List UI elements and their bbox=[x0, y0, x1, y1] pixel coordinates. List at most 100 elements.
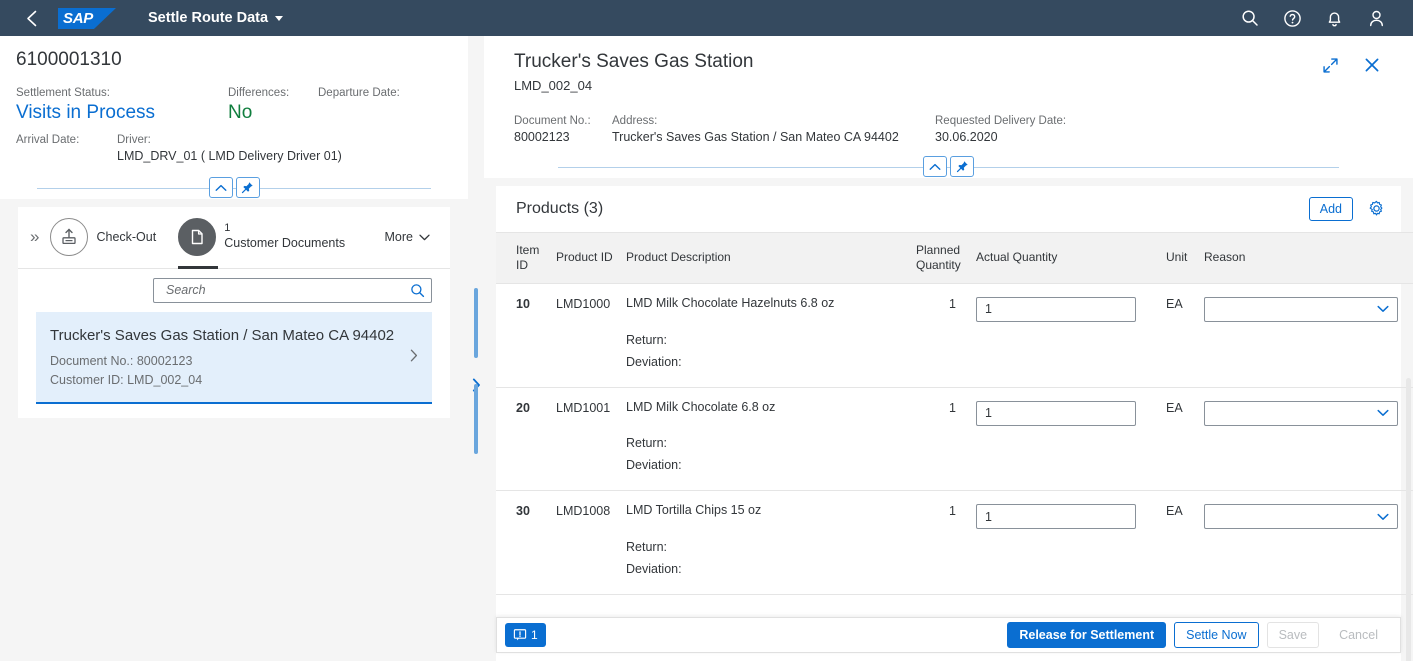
back-button[interactable] bbox=[18, 5, 44, 31]
attr-value: Visits in Process bbox=[16, 101, 228, 125]
sidebar-item-label: Customer Documents bbox=[224, 236, 345, 250]
table-row[interactable]: 10 LMD1000 LMD Milk Chocolate Hazelnuts … bbox=[496, 283, 1413, 387]
column-header-reason[interactable]: Reason bbox=[1198, 232, 1413, 283]
return-label: Return: bbox=[626, 329, 904, 351]
sidebar-item-customer-documents[interactable]: 1 Customer Documents bbox=[178, 207, 345, 268]
chevron-down-icon bbox=[1377, 305, 1389, 313]
cell-planned-quantity: 1 bbox=[910, 387, 970, 491]
products-toolbar-actions: Add bbox=[1309, 197, 1387, 221]
release-for-settlement-button[interactable]: Release for Settlement bbox=[1007, 622, 1166, 648]
detail-attr-document-no: Document No.: 80002123 bbox=[514, 113, 612, 146]
header-attributes-row-1: Settlement Status: Visits in Process Dif… bbox=[16, 86, 452, 125]
products-title: Products (3) bbox=[516, 200, 603, 218]
product-description-text: LMD Milk Chocolate 6.8 oz bbox=[626, 398, 904, 417]
help-icon[interactable] bbox=[1279, 5, 1305, 31]
splitter-handle-bottom[interactable] bbox=[474, 384, 478, 454]
attr-value: LMD_DRV_01 ( LMD Delivery Driver 01) bbox=[117, 148, 342, 165]
detail-collapse-strip bbox=[484, 156, 1413, 178]
splitter-handle-top[interactable] bbox=[474, 288, 478, 358]
cell-unit: EA bbox=[1160, 283, 1198, 387]
table-row[interactable]: 20 LMD1001 LMD Milk Chocolate 6.8 oz Ret… bbox=[496, 387, 1413, 491]
column-header-unit[interactable]: Unit bbox=[1160, 232, 1198, 283]
sap-logo-text: SAP bbox=[63, 10, 93, 27]
right-panel: Trucker's Saves Gas Station LMD_002_04 D… bbox=[484, 36, 1413, 661]
return-label: Return: bbox=[626, 536, 904, 558]
left-header-collapse-strip bbox=[0, 177, 468, 199]
pin-icon bbox=[956, 160, 969, 173]
tab-count: 1 bbox=[224, 222, 345, 234]
attr-driver: Driver: LMD_DRV_01 ( LMD Delivery Driver… bbox=[117, 133, 342, 165]
search-icon[interactable] bbox=[1237, 5, 1263, 31]
detail-title-row: Trucker's Saves Gas Station LMD_002_04 bbox=[514, 50, 1395, 93]
tab-text-block: 1 Customer Documents bbox=[224, 222, 345, 252]
shell-header: SAP Settle Route Data bbox=[0, 0, 1413, 36]
products-toolbar: Products (3) Add bbox=[496, 186, 1401, 232]
message-indicator[interactable]: 1 bbox=[505, 623, 546, 647]
chevron-up-icon bbox=[215, 184, 227, 192]
gear-icon[interactable] bbox=[1365, 198, 1387, 220]
left-header-controls bbox=[209, 177, 260, 198]
app-title-menu[interactable]: Settle Route Data bbox=[148, 10, 283, 26]
table-header-row: Item ID Product ID Product Description P… bbox=[496, 232, 1413, 283]
sidebar-item-check-out[interactable]: Check-Out bbox=[50, 207, 156, 268]
column-header-actual-quantity[interactable]: Actual Quantity bbox=[970, 232, 1160, 283]
product-description-text: LMD Tortilla Chips 15 oz bbox=[626, 501, 904, 520]
detail-body: Products (3) Add Item ID Product ID Prod bbox=[484, 178, 1413, 661]
collapse-header-button[interactable] bbox=[209, 177, 233, 198]
cell-planned-quantity: 1 bbox=[910, 283, 970, 387]
detail-attributes: Document No.: 80002123 Address: Trucker'… bbox=[514, 113, 1395, 156]
full-screen-icon[interactable] bbox=[1319, 54, 1341, 76]
user-account-icon[interactable] bbox=[1363, 5, 1389, 31]
detail-title: Trucker's Saves Gas Station bbox=[514, 50, 1319, 74]
app-title: Settle Route Data bbox=[148, 10, 268, 26]
reason-select[interactable] bbox=[1204, 504, 1398, 529]
collapse-detail-header-button[interactable] bbox=[923, 156, 947, 177]
column-header-planned-quantity[interactable]: Planned Quantity bbox=[910, 232, 970, 283]
footer-action-bar: 1 Release for Settlement Settle Now Save… bbox=[496, 617, 1401, 653]
attr-value: 30.06.2020 bbox=[935, 129, 1066, 146]
search-field[interactable] bbox=[153, 278, 432, 303]
close-icon[interactable] bbox=[1361, 54, 1383, 76]
cell-actual-quantity bbox=[970, 387, 1160, 491]
settle-now-button[interactable]: Settle Now bbox=[1174, 622, 1258, 648]
return-label: Return: bbox=[626, 432, 904, 454]
products-table-head: Item ID Product ID Product Description P… bbox=[496, 232, 1413, 283]
search-area bbox=[18, 269, 450, 312]
pin-header-button[interactable] bbox=[236, 177, 260, 198]
detail-header-controls bbox=[923, 156, 974, 177]
search-input[interactable] bbox=[164, 282, 410, 298]
column-header-item-id[interactable]: Item ID bbox=[496, 232, 550, 283]
double-chevron-right-icon[interactable]: » bbox=[30, 227, 36, 247]
more-tabs-button[interactable]: More bbox=[385, 230, 438, 244]
products-table-body: 10 LMD1000 LMD Milk Chocolate Hazelnuts … bbox=[496, 283, 1413, 594]
pin-detail-header-button[interactable] bbox=[950, 156, 974, 177]
attr-differences: Differences: No bbox=[228, 86, 318, 125]
table-row[interactable]: 30 LMD1008 LMD Tortilla Chips 15 oz Retu… bbox=[496, 491, 1413, 595]
detail-scrollbar[interactable] bbox=[1406, 378, 1411, 661]
actual-quantity-input[interactable] bbox=[976, 504, 1136, 529]
list-item[interactable]: Trucker's Saves Gas Station / San Mateo … bbox=[36, 312, 432, 404]
add-product-button[interactable]: Add bbox=[1309, 197, 1353, 221]
actual-quantity-input[interactable] bbox=[976, 297, 1136, 322]
reason-select[interactable] bbox=[1204, 401, 1398, 426]
detail-attr-requested-delivery-date: Requested Delivery Date: 30.06.2020 bbox=[935, 113, 1066, 146]
chevron-down-icon bbox=[419, 234, 430, 241]
footer-buttons: Release for Settlement Settle Now Save C… bbox=[1007, 622, 1390, 648]
attr-settlement-status: Settlement Status: Visits in Process bbox=[16, 86, 228, 125]
cell-product-id: LMD1001 bbox=[550, 387, 620, 491]
row-sub-fields: Return: Deviation: bbox=[626, 329, 904, 387]
actual-quantity-input[interactable] bbox=[976, 401, 1136, 426]
attr-label: Driver: bbox=[117, 133, 342, 148]
column-header-product-description[interactable]: Product Description bbox=[620, 232, 910, 283]
document-icon bbox=[178, 218, 216, 256]
panel-splitter[interactable] bbox=[468, 36, 484, 661]
cell-actual-quantity bbox=[970, 491, 1160, 595]
column-header-product-id[interactable]: Product ID bbox=[550, 232, 620, 283]
reason-select[interactable] bbox=[1204, 297, 1398, 322]
deviation-label: Deviation: bbox=[626, 558, 904, 580]
notifications-bell-icon[interactable] bbox=[1321, 5, 1347, 31]
cell-item-id: 30 bbox=[496, 491, 550, 595]
sap-logo[interactable]: SAP bbox=[58, 5, 116, 31]
save-button: Save bbox=[1267, 622, 1320, 648]
cell-reason bbox=[1198, 387, 1413, 491]
